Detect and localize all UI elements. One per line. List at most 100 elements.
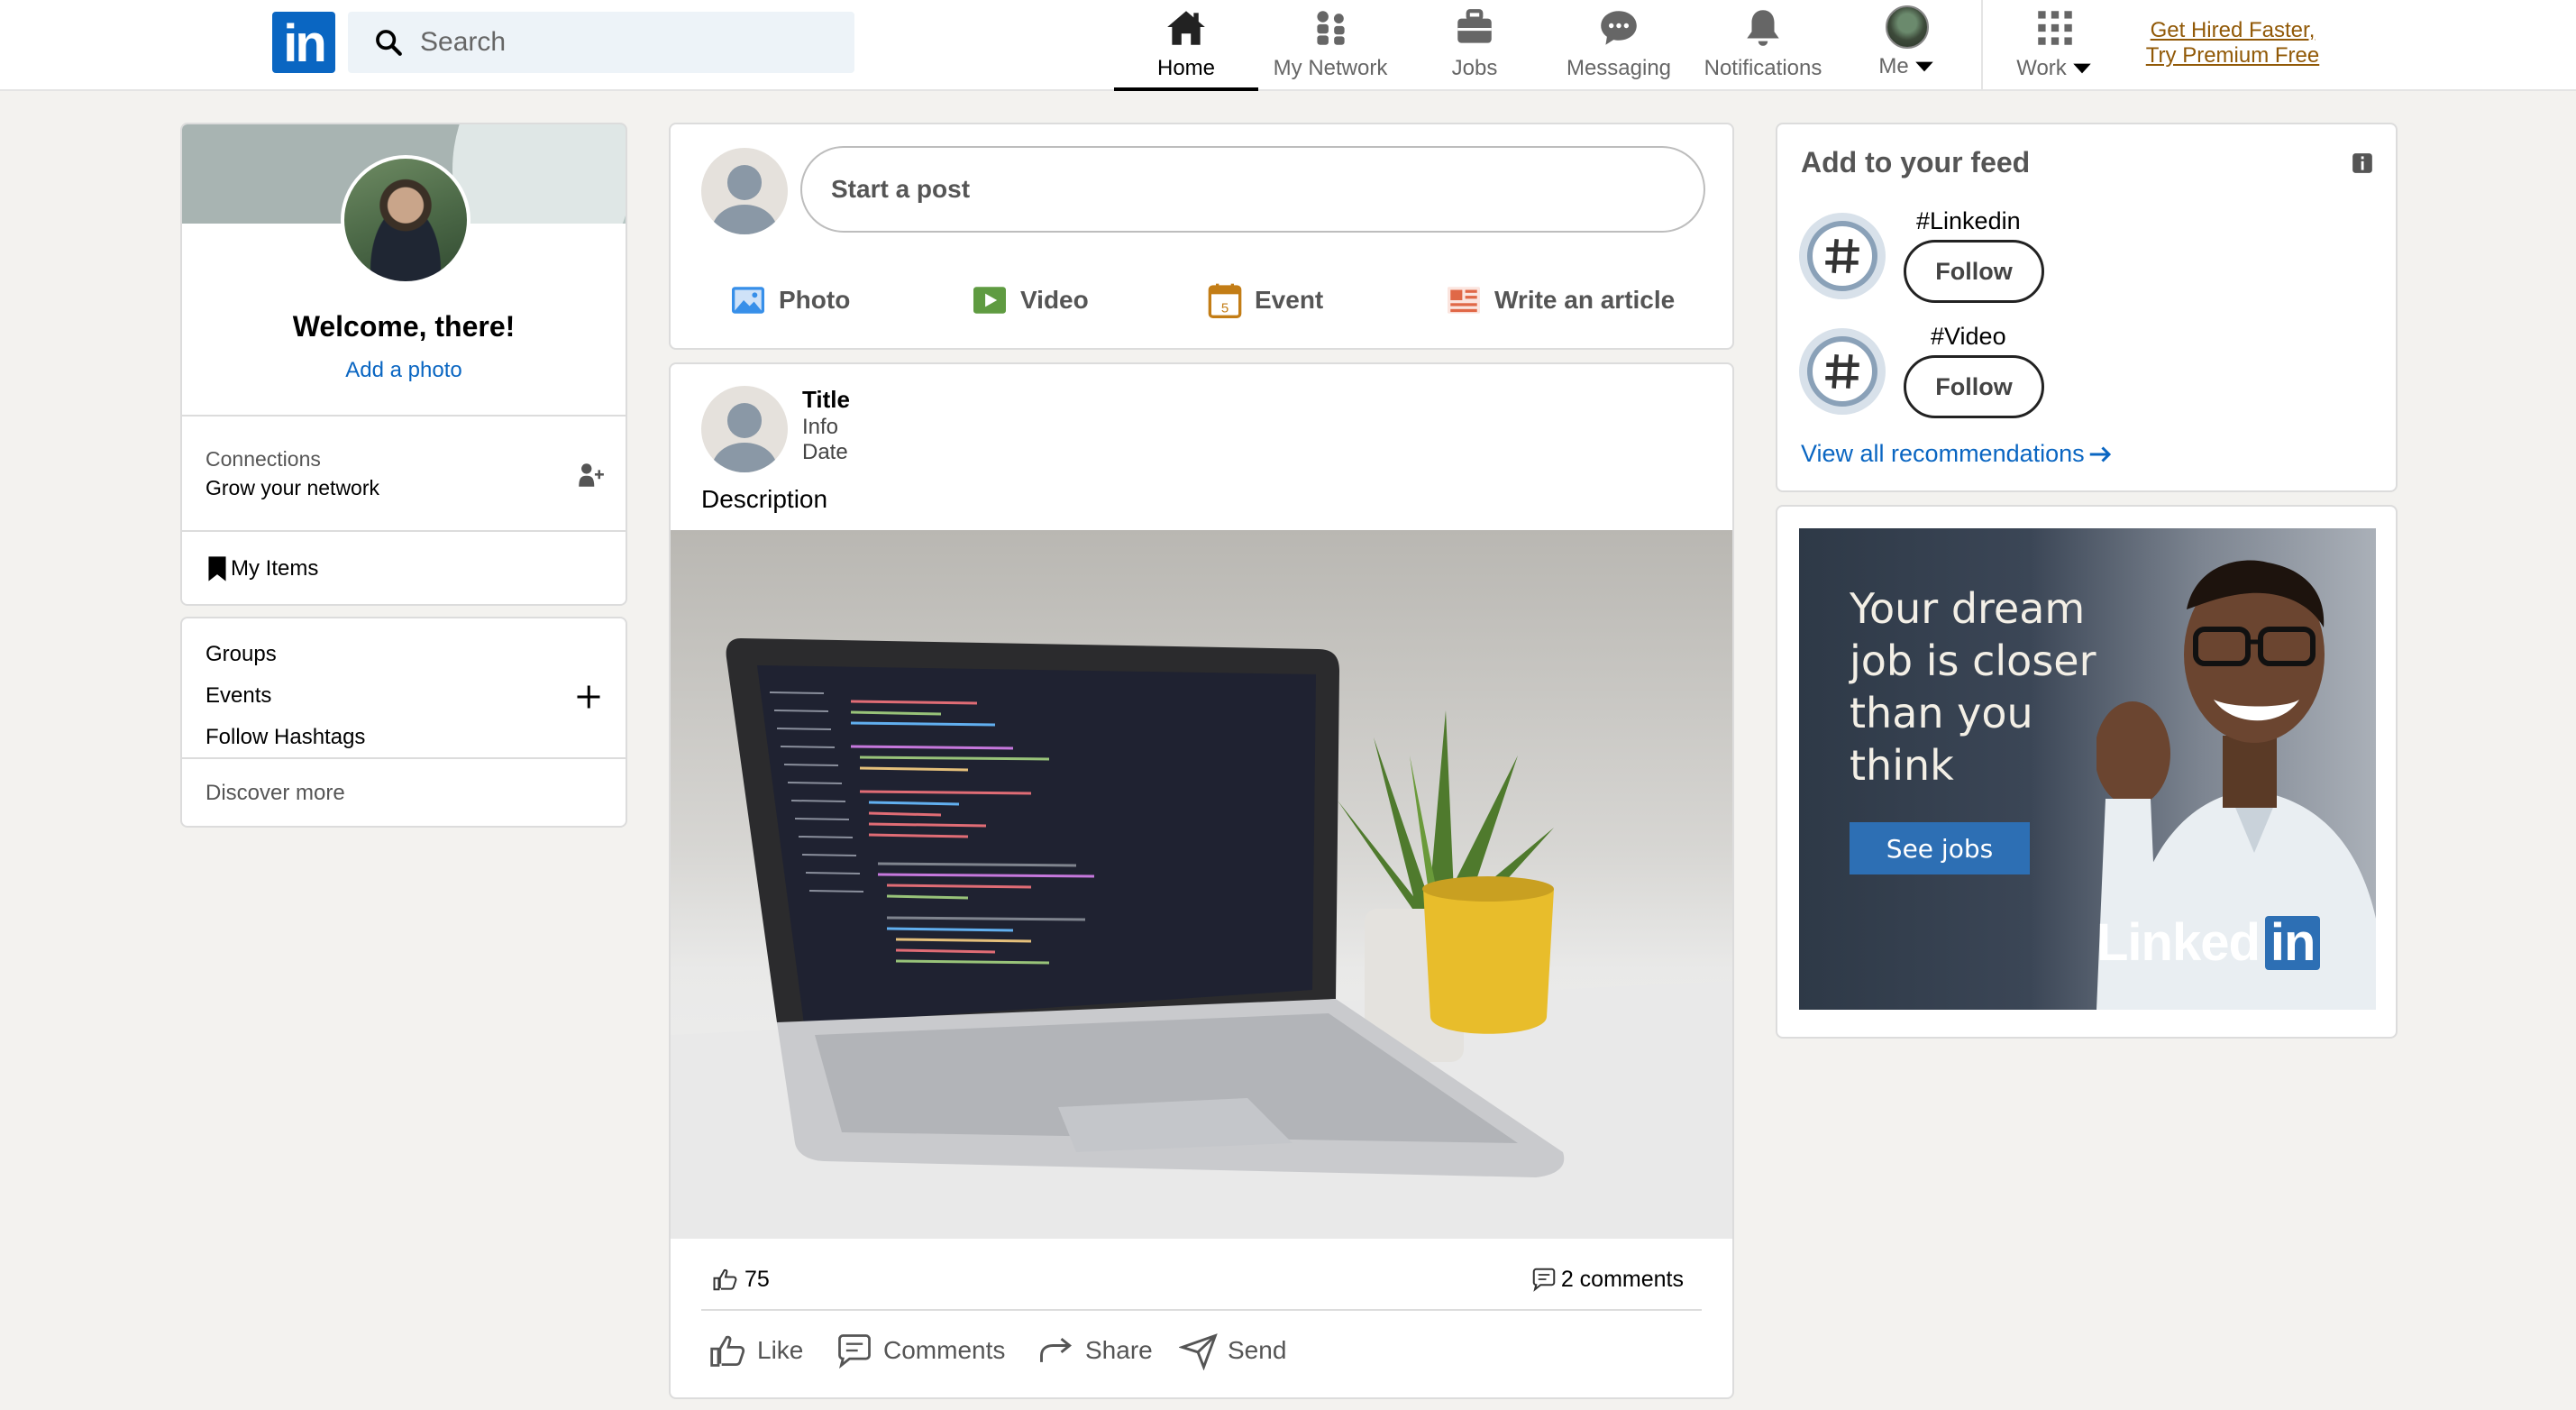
profile-divider [182, 530, 626, 532]
nav-me-label: Me [1878, 54, 1909, 78]
video-icon [973, 287, 1006, 314]
arrow-right-icon [2089, 445, 2111, 462]
add-photo-link[interactable]: Add a photo [182, 358, 626, 383]
comment-label: Comments [883, 1336, 1006, 1364]
photo-button[interactable]: Photo [730, 278, 850, 323]
composer-avatar [701, 148, 788, 234]
add-to-feed-heading: Add to your feed [1801, 146, 2031, 179]
send-label: Send [1228, 1336, 1287, 1364]
groups-link[interactable]: Groups [206, 642, 277, 667]
nav-home[interactable]: Home [1114, 0, 1258, 91]
bookmark-icon [208, 556, 226, 581]
search-input[interactable] [420, 27, 835, 58]
post-description: Description [701, 485, 828, 513]
share-icon [1040, 1338, 1073, 1362]
events-link[interactable]: Events [206, 683, 271, 709]
photo-icon [732, 287, 764, 314]
hashtag-icon [1825, 354, 1859, 389]
briefcase-icon [1457, 9, 1492, 43]
write-article-button[interactable]: Write an article [1446, 278, 1675, 323]
write-article-label: Write an article [1494, 286, 1676, 314]
connections-label: Connections [206, 447, 321, 471]
nav-home-label: Home [1156, 56, 1216, 80]
nav-messaging-label: Messaging [1566, 56, 1672, 80]
grid-icon [2038, 11, 2072, 45]
post-author-avatar[interactable] [701, 386, 788, 472]
network-icon [1317, 11, 1345, 45]
nav-my-network-label: My Network [1273, 56, 1388, 80]
hashtag-icon [1825, 239, 1859, 273]
nav-notifications[interactable]: Notifications [1691, 0, 1835, 91]
community-divider [182, 757, 626, 759]
likes-count[interactable]: 75 [712, 1266, 770, 1293]
share-label: Share [1085, 1336, 1153, 1364]
search-bar[interactable] [348, 12, 854, 73]
likes-value: 75 [744, 1266, 770, 1292]
discover-more-link[interactable]: Discover more [206, 781, 345, 806]
comment-button[interactable]: Comments [835, 1323, 1005, 1378]
hashtag-name-linkedin[interactable]: #Linkedin [1916, 207, 2021, 235]
add-to-feed-card: Add to your feed #Linkedin Follow #Video… [1776, 123, 2398, 492]
video-button[interactable]: Video [972, 278, 1089, 323]
laptop-photo [671, 638, 1732, 1239]
ad-logo-text: Linked [2096, 913, 2261, 972]
ad-card: Your dream job is closer than you think … [1776, 505, 2398, 1039]
chat-icon [1601, 11, 1637, 45]
start-post-label: Start a post [831, 175, 971, 203]
view-all-recommendations-link[interactable]: View all recommendations [1801, 440, 2114, 468]
add-connection-icon[interactable] [575, 460, 606, 490]
nav-notifications-label: Notifications [1704, 56, 1822, 80]
nav-messaging[interactable]: Messaging [1547, 0, 1691, 91]
post-divider [701, 1309, 1702, 1311]
start-post-button[interactable]: Start a post [800, 146, 1705, 233]
welcome-heading: Welcome, there! [292, 310, 516, 343]
search-icon [376, 30, 402, 56]
top-nav-bar: in Home My Network [0, 0, 2576, 91]
article-icon [1448, 287, 1480, 314]
linkedin-logo[interactable]: in [272, 12, 335, 73]
my-items-link[interactable]: My Items [207, 555, 318, 582]
comments-count[interactable]: 2 comments [1530, 1266, 1684, 1293]
send-button[interactable]: Send [1179, 1323, 1286, 1378]
ad-linkedin-logo: Linked in [2096, 912, 2321, 973]
video-label: Video [1020, 286, 1089, 314]
follow-hashtags-link[interactable]: Follow Hashtags [206, 725, 365, 750]
nav-me[interactable]: Me [1835, 0, 1979, 91]
info-icon[interactable] [2351, 151, 2374, 175]
comments-value: 2 comments [1560, 1266, 1684, 1292]
post-image[interactable] [671, 530, 1732, 1239]
caret-down-icon [1914, 61, 1933, 72]
grow-network-link[interactable]: Grow your network [206, 476, 379, 500]
post-title[interactable]: Title [802, 386, 850, 414]
event-label: Event [1255, 286, 1324, 314]
nav-jobs-label: Jobs [1451, 56, 1498, 80]
follow-button-video[interactable]: Follow [1904, 355, 2044, 418]
post-composer-card: Start a post Photo Video 5 Event Write a… [669, 123, 1734, 350]
like-button[interactable]: Like [708, 1323, 803, 1378]
view-all-label: View all recommendations [1801, 440, 2085, 467]
hashtag-avatar-2 [1799, 328, 1886, 415]
ad-headline: Your dream job is closer than you think [1850, 584, 2096, 790]
photo-label: Photo [779, 286, 851, 314]
svg-text:5: 5 [1221, 300, 1229, 316]
premium-link[interactable]: Get Hired Faster, Try Premium Free [2111, 18, 2354, 69]
add-event-icon[interactable] [575, 683, 602, 710]
hashtag-name-video[interactable]: #Video [1931, 323, 2006, 351]
nav-work-label: Work [2016, 56, 2067, 80]
job-ad-banner[interactable]: Your dream job is closer than you think … [1799, 528, 2376, 1010]
profile-card: Welcome, there! Add a photo Connections … [180, 123, 627, 606]
nav-work[interactable]: Work [1983, 0, 2127, 91]
follow-button-linkedin[interactable]: Follow [1904, 240, 2044, 303]
event-button[interactable]: 5 Event [1208, 278, 1323, 323]
see-jobs-button[interactable]: See jobs [1850, 822, 2030, 874]
my-items-label: My Items [231, 556, 319, 581]
premium-line-2: Try Premium Free [2145, 43, 2320, 68]
bell-icon [1747, 10, 1779, 46]
nav-jobs[interactable]: Jobs [1402, 0, 1547, 91]
thumbs-up-icon [713, 1268, 737, 1291]
premium-line-1: Get Hired Faster, [2150, 18, 2316, 42]
share-button[interactable]: Share [1037, 1323, 1153, 1378]
profile-photo[interactable] [341, 155, 470, 285]
post-info: Info [802, 415, 839, 439]
nav-my-network[interactable]: My Network [1258, 0, 1402, 91]
